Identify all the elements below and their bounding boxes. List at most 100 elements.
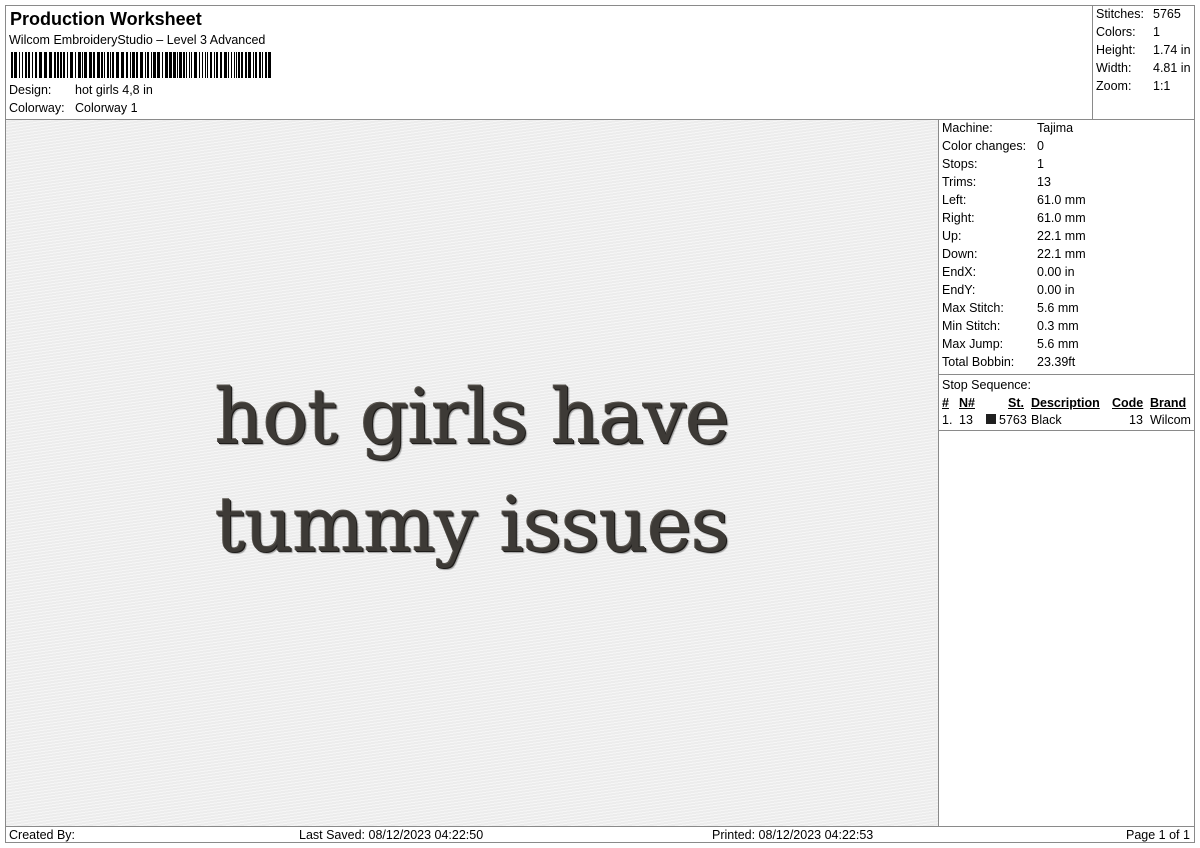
barcode-bar xyxy=(107,52,109,78)
last-saved: Last Saved: 08/12/2023 04:22:50 xyxy=(299,828,484,842)
width-label: Width: xyxy=(1096,61,1132,75)
design-text-line-2: tummy issues xyxy=(215,480,730,569)
machine-info-row: Down: 22.1 mm xyxy=(942,246,1086,262)
colorway-value: Colorway 1 xyxy=(75,101,138,115)
machine-info-row: Machine: Tajima xyxy=(942,120,1073,136)
barcode-bar xyxy=(224,52,227,78)
height-row: Height: 1.74 in xyxy=(1096,42,1191,58)
machine-info-row: Total Bobbin: 23.39ft xyxy=(942,354,1075,370)
machine-info-label: Machine: xyxy=(942,121,993,135)
machine-info-value: 23.39ft xyxy=(1037,355,1076,369)
stitches-row: Stitches: 5765 xyxy=(1096,6,1181,22)
barcode-bar xyxy=(268,52,271,78)
machine-info-value: 0.3 mm xyxy=(1037,319,1079,333)
created-by: Created By: xyxy=(9,828,76,842)
stitches-value: 5765 xyxy=(1153,7,1181,21)
printed-date: Printed: 08/12/2023 04:22:53 xyxy=(712,828,874,842)
barcode-bar xyxy=(32,52,33,78)
machine-info-row: Right: 61.0 mm xyxy=(942,210,1086,226)
barcode-bar xyxy=(214,52,215,78)
barcode-bar xyxy=(89,52,92,78)
machine-info-value: 61.0 mm xyxy=(1037,193,1086,207)
width-value: 4.81 in xyxy=(1153,61,1191,75)
barcode-bar xyxy=(228,52,229,78)
machine-info-row: Color changes: 0 xyxy=(942,138,1044,154)
barcode-bar xyxy=(22,52,23,78)
machine-info-label: Stops: xyxy=(942,157,978,171)
machine-info-row: EndY: 0.00 in xyxy=(942,282,1075,298)
machine-info-value: 1 xyxy=(1037,157,1044,171)
col-header-description: Description xyxy=(1031,396,1100,410)
barcode-bar xyxy=(93,52,95,78)
col-header-code: Code xyxy=(1112,396,1144,410)
barcode-bar xyxy=(220,52,222,78)
machine-info-label: Min Stitch: xyxy=(942,319,1001,333)
machine-info-row: Min Stitch: 0.3 mm xyxy=(942,318,1079,334)
barcode-bar xyxy=(189,52,190,78)
barcode-bar xyxy=(132,52,135,78)
barcode-bar xyxy=(44,52,47,78)
machine-info-label: Max Jump: xyxy=(942,337,1004,351)
barcode-bar xyxy=(259,52,261,78)
barcode-bar xyxy=(104,52,105,78)
barcode-bar xyxy=(97,52,100,78)
footer-divider xyxy=(6,826,1194,827)
barcode-bar xyxy=(231,52,232,78)
production-worksheet: Production Worksheet Wilcom EmbroiderySt… xyxy=(5,5,1195,843)
barcode-bar xyxy=(101,52,103,78)
barcode-bar xyxy=(110,52,111,78)
design-value: hot girls 4,8 in xyxy=(75,83,153,97)
barcode-bar xyxy=(49,52,52,78)
barcode-bar xyxy=(75,52,76,78)
machine-info-label: Total Bobbin: xyxy=(942,355,1015,369)
barcode-bar xyxy=(67,52,68,78)
machine-info-value: 0 xyxy=(1037,139,1044,153)
barcode-bar xyxy=(245,52,247,78)
colorway-row: Colorway: Colorway 1 xyxy=(9,100,138,116)
barcode-bar xyxy=(262,52,263,78)
software-name: Wilcom EmbroideryStudio – Level 3 Advanc… xyxy=(9,33,266,47)
zoom-value: 1:1 xyxy=(1153,79,1171,93)
barcode-bar xyxy=(177,52,178,78)
machine-info-value: Tajima xyxy=(1037,121,1074,135)
zoom-row: Zoom: 1:1 xyxy=(1096,78,1170,94)
design-row: Design: hot girls 4,8 in xyxy=(9,82,153,98)
barcode-bar xyxy=(265,52,267,78)
height-label: Height: xyxy=(1096,43,1136,57)
machine-info-row: Up: 22.1 mm xyxy=(942,228,1086,244)
colors-value: 1 xyxy=(1153,25,1160,39)
machine-info-value: 5.6 mm xyxy=(1037,301,1079,315)
colors-row: Colors: 1 xyxy=(1096,24,1160,40)
machine-info-label: EndY: xyxy=(942,283,976,297)
barcode-bar xyxy=(199,52,200,78)
barcode-bar xyxy=(173,52,176,78)
height-value: 1.74 in xyxy=(1153,43,1191,57)
barcode-bar xyxy=(25,52,27,78)
design-text-line-1: hot girls have xyxy=(214,372,730,461)
worksheet-header: Production Worksheet Wilcom EmbroiderySt… xyxy=(6,6,1092,119)
col-header-brand: Brand xyxy=(1150,396,1187,410)
machine-info-row: Max Stitch: 5.6 mm xyxy=(942,300,1079,316)
barcode-bar xyxy=(19,52,20,78)
colorway-label: Colorway: xyxy=(9,101,65,115)
col-header-st: St. xyxy=(1008,396,1024,410)
barcode-bar xyxy=(153,52,156,78)
barcode-bar xyxy=(70,52,73,78)
machine-info-panel: Machine: Tajima Color changes: 0 Stops: 1 Trim… xyxy=(939,120,1194,826)
machine-info-label: EndX: xyxy=(942,265,977,279)
machine-info-value: 61.0 mm xyxy=(1037,211,1086,225)
barcode-bar xyxy=(82,52,83,78)
barcode-bar xyxy=(60,52,62,78)
zoom-label: Zoom: xyxy=(1096,79,1132,93)
width-row: Width: 4.81 in xyxy=(1096,60,1191,76)
machine-info-row: Trims: 13 xyxy=(942,174,1051,190)
barcode-bar xyxy=(216,52,218,78)
barcode-bar xyxy=(116,52,119,78)
barcode-bar xyxy=(140,52,143,78)
stitches-label: Stitches: xyxy=(1096,7,1144,21)
colors-label: Colors: xyxy=(1096,25,1136,39)
machine-info-label: Color changes: xyxy=(942,139,1027,153)
page-title: Production Worksheet xyxy=(10,9,202,29)
barcode-bar xyxy=(151,52,152,78)
barcode-bar xyxy=(241,52,243,78)
